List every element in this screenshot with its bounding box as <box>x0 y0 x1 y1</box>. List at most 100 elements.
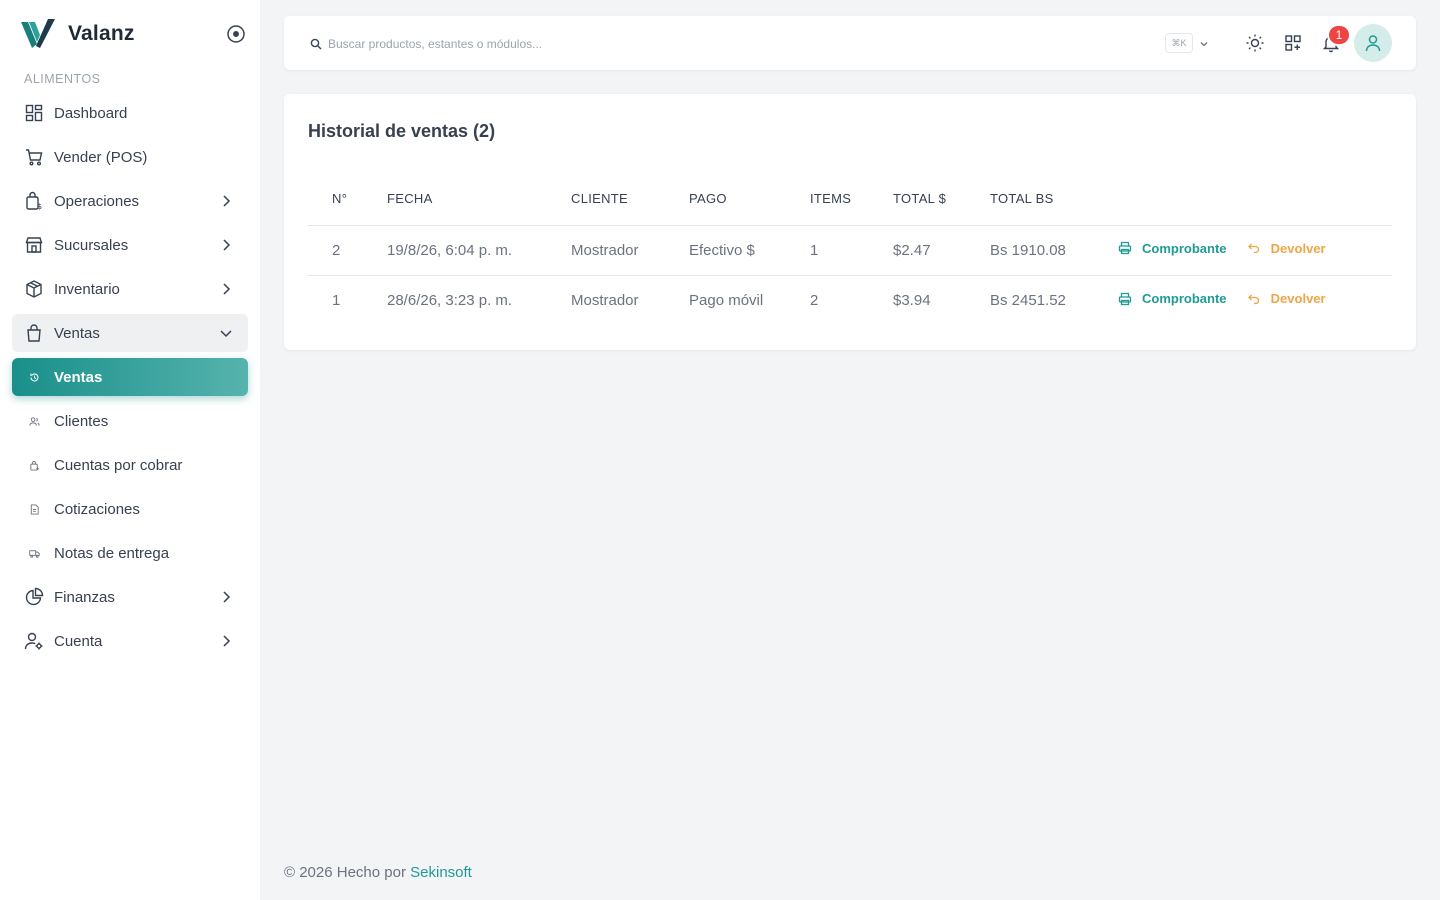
footer-link[interactable]: Sekinsoft <box>410 864 472 881</box>
sidebar-item-label: Dashboard <box>54 104 128 122</box>
cell-actions: Comprobante Devolver <box>1118 275 1392 325</box>
sidebar-item-label: Vender (POS) <box>54 148 148 166</box>
receipt-button[interactable]: Comprobante <box>1118 241 1227 256</box>
sidebar-item-label: Cotizaciones <box>54 500 140 518</box>
sidebar-item-cotizaciones[interactable]: Cotizaciones <box>12 490 248 528</box>
cell-items: 1 <box>810 225 893 276</box>
brand-name: Valanz <box>68 22 135 45</box>
receipt-button[interactable]: Comprobante <box>1118 291 1227 306</box>
cell-client: Mostrador <box>571 225 689 276</box>
cell-date: 28/6/26, 3:23 p. m. <box>387 291 513 309</box>
truck-icon <box>24 543 44 563</box>
search-input[interactable] <box>328 33 928 55</box>
sidebar-item-label: Clientes <box>54 412 109 430</box>
topbar: ⌘K 1 <box>284 16 1416 70</box>
bag-icon <box>24 323 44 343</box>
cell-payment: Pago móvil <box>689 291 764 309</box>
users-icon <box>24 411 44 431</box>
chevron-right-icon <box>223 195 231 207</box>
operations-icon: $ <box>24 191 44 211</box>
collapse-sidebar-icon[interactable] <box>226 24 246 44</box>
sidebar-nav: Dashboard Vender (POS) $ Operaciones Suc… <box>12 94 248 666</box>
chevron-right-icon <box>223 283 231 295</box>
cart-icon <box>24 147 44 167</box>
printer-icon <box>1118 292 1132 305</box>
receipt-button-label: Comprobante <box>1142 240 1227 256</box>
sidebar-item-sucursales[interactable]: Sucursales <box>12 226 248 264</box>
return-button-label: Devolver <box>1270 240 1326 256</box>
sidebar-item-label: Ventas <box>54 368 103 386</box>
column-header-actions <box>1118 172 1392 226</box>
sidebar-item-notas-de-entrega[interactable]: Notas de entrega <box>12 534 248 572</box>
return-button[interactable]: Devolver <box>1247 291 1326 306</box>
column-header-date[interactable]: FECHA <box>387 172 571 226</box>
chevron-down-icon <box>220 330 232 338</box>
printer-icon <box>1118 242 1132 255</box>
cell-date: 19/8/26, 6:04 p. m. <box>387 225 571 276</box>
sidebar-item-label: Cuentas por cobrar <box>54 456 183 474</box>
sidebar-item-dashboard[interactable]: Dashboard <box>12 94 248 132</box>
sidebar-item-label: Cuenta <box>54 632 103 650</box>
table-row: 1 28/6/26, 3:23 p. m. Mostrador Pago móv… <box>308 275 1392 325</box>
avatar[interactable] <box>1354 24 1392 62</box>
sidebar-item-cuentas-por-cobrar[interactable]: Cuentas por cobrar <box>12 446 248 484</box>
sidebar-item-finanzas[interactable]: Finanzas <box>12 578 248 616</box>
history-icon <box>24 367 44 387</box>
chevron-down-icon[interactable] <box>1198 38 1210 50</box>
apps-grid-icon[interactable] <box>1283 33 1303 53</box>
column-header-client[interactable]: CLIENTE <box>571 172 689 226</box>
notification-badge: 1 <box>1327 24 1351 46</box>
undo-icon <box>1247 243 1259 254</box>
sidebar-item-clientes[interactable]: Clientes <box>12 402 248 440</box>
sidebar-item-ventas[interactable]: Ventas <box>12 358 248 396</box>
brand[interactable]: Valanz <box>20 18 135 50</box>
sidebar: Valanz ALIMENTOS Dashboard Vender (POS) … <box>0 0 260 900</box>
sidebar-item-pos[interactable]: Vender (POS) <box>12 138 248 176</box>
cell-number: 1 <box>332 291 341 309</box>
dashboard-icon <box>24 103 44 123</box>
column-header-total-usd[interactable]: TOTAL $ <box>893 172 990 226</box>
store-icon <box>24 235 44 255</box>
undo-icon <box>1247 294 1259 304</box>
svg-text:$: $ <box>37 202 42 211</box>
cell-client: Mostrador <box>571 291 639 309</box>
sidebar-item-label: Notas de entrega <box>54 544 170 562</box>
sidebar-item-label: Operaciones <box>54 192 140 210</box>
cell-total-bs: Bs 2451.52 <box>990 291 1066 309</box>
box-icon <box>24 279 44 299</box>
cell-payment: Efectivo $ <box>689 225 810 276</box>
pie-chart-icon <box>24 587 44 607</box>
chevron-right-icon <box>223 591 231 603</box>
user-icon <box>1365 35 1381 52</box>
theme-toggle-icon[interactable] <box>1245 33 1265 53</box>
search-shortcut-badge: ⌘K <box>1165 33 1193 53</box>
sales-history-card: Historial de ventas (2) N° FECHA CLIENTE… <box>284 94 1416 350</box>
chevron-right-icon <box>223 635 231 647</box>
cell-total-bs: Bs 1910.08 <box>990 225 1118 276</box>
footer: © 2026 Hecho por Sekinsoft <box>284 864 472 881</box>
footer-text: © 2026 Hecho por <box>284 864 411 881</box>
column-header-items[interactable]: ITEMS <box>810 172 893 226</box>
search-icon <box>310 38 322 50</box>
sidebar-item-operaciones[interactable]: $ Operaciones <box>12 182 248 220</box>
cell-actions: Comprobante Devolver <box>1118 225 1392 276</box>
cell-total-usd: $2.47 <box>893 225 990 276</box>
return-button[interactable]: Devolver <box>1247 241 1326 256</box>
sidebar-item-inventario[interactable]: Inventario <box>12 270 248 308</box>
sidebar-item-label: Inventario <box>54 280 120 298</box>
page-title: Historial de ventas (2) <box>308 121 496 141</box>
valanz-logo-icon <box>21 19 55 48</box>
column-header-payment[interactable]: PAGO <box>689 172 810 226</box>
table-row: 2 19/8/26, 6:04 p. m. Mostrador Efectivo… <box>308 225 1392 276</box>
document-icon <box>24 499 44 519</box>
column-header-total-bs[interactable]: TOTAL BS <box>990 172 1118 226</box>
return-button-label: Devolver <box>1270 291 1326 306</box>
cell-items: 2 <box>810 291 819 309</box>
sidebar-item-cuenta[interactable]: Cuenta <box>12 622 248 660</box>
sales-table: N° FECHA CLIENTE PAGO ITEMS TOTAL $ TOTA… <box>308 172 1392 325</box>
sidebar-section-title: ALIMENTOS <box>24 72 101 86</box>
column-header-number[interactable]: N° <box>308 172 387 226</box>
user-settings-icon <box>24 631 44 651</box>
sidebar-item-ventas-group[interactable]: Ventas <box>12 314 248 352</box>
cell-total-usd: $3.94 <box>893 291 931 309</box>
